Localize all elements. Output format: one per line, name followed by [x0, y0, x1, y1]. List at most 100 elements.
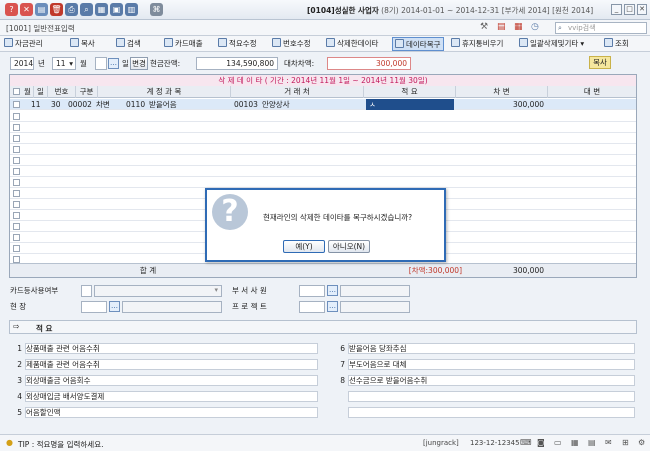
memo-item-3[interactable]: 외상매출금 어음회수 [25, 375, 318, 386]
memo-item-1[interactable]: 상품매출 관련 어음수취 [25, 343, 318, 354]
row-checkbox[interactable] [13, 168, 20, 175]
dept-staff-input[interactable] [299, 285, 325, 297]
row-checkbox[interactable] [13, 245, 20, 252]
row-checkbox[interactable] [13, 179, 20, 186]
tool-edit-memo[interactable]: 적요수정 [218, 37, 257, 51]
day-picker-icon[interactable]: … [108, 58, 119, 69]
fiscal-period: 2014-01-01 ~ 2014-12-31 [401, 6, 500, 15]
row-checkbox[interactable] [13, 135, 20, 142]
tools-icon[interactable]: ⚒ [480, 22, 488, 32]
tool-fund-management[interactable]: 자금관리 [4, 37, 43, 51]
row-checkbox[interactable] [13, 212, 20, 219]
year-input[interactable]: 2014 [10, 57, 34, 70]
card-user-checkbox[interactable] [81, 285, 92, 297]
memo-item-empty[interactable] [348, 407, 635, 418]
code-help-icon[interactable]: ▤ [497, 22, 506, 32]
select-all-checkbox[interactable] [13, 88, 20, 95]
keyboard-icon[interactable]: ⌨ [520, 438, 532, 447]
camera-icon[interactable]: ◙ [537, 438, 545, 447]
memo-item-2[interactable]: 제품매출 관련 어음수취 [25, 359, 318, 370]
row-checkbox[interactable] [13, 101, 20, 108]
row-checkbox[interactable] [13, 113, 20, 120]
copy-button[interactable]: 복사 [589, 56, 611, 69]
tip-text: TIP : 적요명을 입력하세요. [18, 440, 104, 449]
grid-icon[interactable]: ▦ [95, 3, 108, 16]
month-select[interactable]: 11 ▾ [52, 57, 76, 70]
row-checkbox[interactable] [13, 201, 20, 208]
tool-edit-number[interactable]: 번호수정 [272, 37, 311, 51]
help-icon[interactable]: ? [5, 3, 18, 16]
empty-row[interactable] [10, 177, 636, 188]
empty-row[interactable] [10, 133, 636, 144]
shortcut-icon[interactable]: ⌘ [150, 3, 163, 16]
print-icon[interactable]: ⎙ [65, 3, 78, 16]
tool-copy[interactable]: 복사 [70, 37, 95, 51]
dept-lookup-icon[interactable]: … [327, 285, 338, 296]
calc-icon[interactable]: ▥ [125, 3, 138, 16]
search-doc-icon[interactable]: ⌕ [80, 3, 93, 16]
cell-memo-editing[interactable]: ㅅ [366, 99, 454, 110]
row-checkbox[interactable] [13, 124, 20, 131]
row-checkbox[interactable] [13, 146, 20, 153]
row-checkbox[interactable] [13, 256, 20, 263]
memo-no: 7 [340, 360, 345, 369]
row-checkbox[interactable] [13, 190, 20, 197]
tool-empty-trash[interactable]: 휴지통비우기 [451, 37, 503, 51]
project-lookup-icon[interactable]: … [327, 301, 338, 312]
empty-row[interactable] [10, 144, 636, 155]
save-icon[interactable]: ▣ [110, 3, 123, 16]
tool-label: 자금관리 [15, 39, 43, 48]
calc-help-icon[interactable]: ▦ [514, 22, 523, 32]
mail-icon[interactable]: ✉ [605, 438, 612, 447]
lock-icon[interactable]: ⊞ [622, 438, 629, 447]
empty-row[interactable] [10, 111, 636, 122]
clock-icon[interactable]: ◷ [531, 22, 539, 32]
code-icon[interactable]: ▤ [35, 3, 48, 16]
site-lookup-icon[interactable]: … [109, 301, 120, 312]
card-icon [164, 38, 173, 47]
search-input[interactable]: ⌕ vvip검색 [555, 22, 647, 34]
yes-button[interactable]: 예(Y) [283, 240, 325, 253]
tool-bulk-delete[interactable]: 일괄삭제및기타 ▾ [519, 37, 584, 51]
memo-item-8[interactable]: 선수금으로 받을어음수취 [348, 375, 635, 386]
memo-item-empty[interactable] [348, 391, 635, 402]
row-checkbox[interactable] [13, 234, 20, 241]
sum-debit: 300,000 [512, 266, 544, 275]
delete-icon[interactable]: 🗑 [50, 3, 63, 16]
tool-card-sales[interactable]: 카드매출 [164, 37, 203, 51]
memo-no: 5 [17, 408, 22, 417]
site-input[interactable] [81, 301, 107, 313]
tool-deleted-data[interactable]: 삭제한데이타 [326, 37, 378, 51]
empty-row[interactable] [10, 122, 636, 133]
minimize-button[interactable]: _ [611, 4, 622, 15]
project-input[interactable] [299, 301, 325, 313]
memo-item-5[interactable]: 어음할인액 [25, 407, 318, 418]
screen-title: [1001] 일반전표입력 [6, 24, 75, 33]
change-button[interactable]: 변경 [130, 57, 148, 70]
memo-item-4[interactable]: 외상매입금 배서양도결제 [25, 391, 318, 402]
empty-row[interactable] [10, 166, 636, 177]
maximize-button[interactable]: □ [624, 4, 635, 15]
chart-icon[interactable]: ▤ [588, 438, 596, 447]
no-button[interactable]: 아니오(N) [328, 240, 370, 253]
tool-search[interactable]: 검색 [116, 37, 141, 51]
row-checkbox[interactable] [13, 157, 20, 164]
balance-diff-value: 300,000 [327, 57, 411, 70]
memo-item-7[interactable]: 부도어음으로 대체 [348, 359, 635, 370]
close-button[interactable]: ✕ [637, 4, 647, 15]
lightbulb-icon: ● [6, 438, 13, 447]
card-user-select[interactable]: ▾ [94, 285, 222, 297]
table-row[interactable]: 11 30 00002 차변 0110 받을어음 00103 안양상사 ㅅ 30… [10, 99, 636, 110]
cell-vendor-name: 안양상사 [262, 100, 290, 109]
calendar-icon[interactable]: ▦ [571, 438, 579, 447]
row-checkbox[interactable] [13, 223, 20, 230]
memo-item-6[interactable]: 받을어음 당좌추심 [348, 343, 635, 354]
day-input[interactable] [95, 57, 107, 70]
empty-row[interactable] [10, 155, 636, 166]
tool-inquiry[interactable]: 조회 [604, 37, 629, 51]
memo-no: 2 [17, 360, 22, 369]
tool-restore-data[interactable]: 데이타복구 [392, 37, 444, 51]
close-red-icon[interactable]: ✕ [20, 3, 33, 16]
settings-icon[interactable]: ⚙ [638, 438, 645, 447]
monitor-icon[interactable]: ▭ [554, 438, 562, 447]
